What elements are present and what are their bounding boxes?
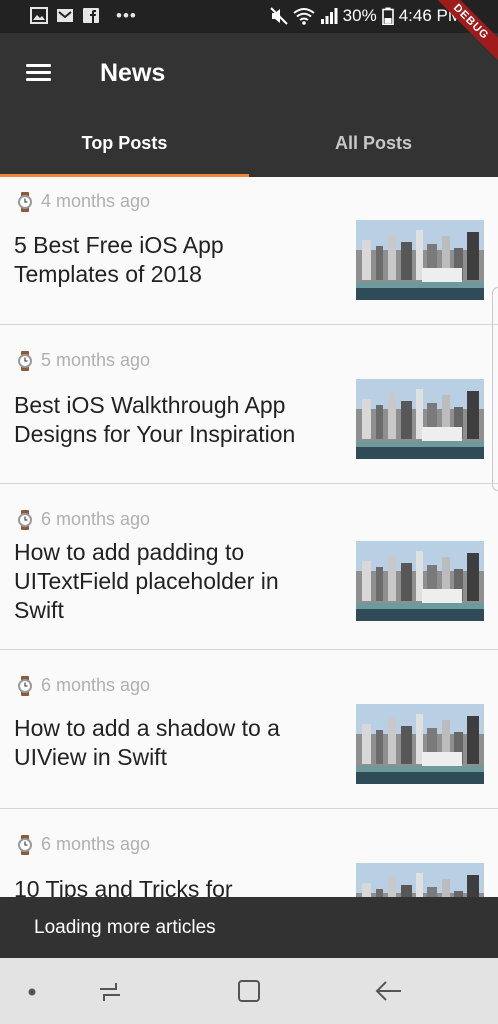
article-thumbnail[interactable] bbox=[356, 220, 484, 300]
watch-icon bbox=[18, 834, 32, 855]
article-title[interactable]: 5 Best Free iOS App Templates of 2018 bbox=[14, 231, 334, 289]
snackbar-message: Loading more articles bbox=[34, 917, 216, 938]
edge-panel-handle[interactable] bbox=[492, 287, 498, 491]
battery-icon bbox=[381, 7, 394, 25]
list-item[interactable]: 6 months ago How to add a shadow to a UI… bbox=[0, 650, 498, 809]
article-time: 6 months ago bbox=[16, 509, 150, 530]
time-label: 5 months ago bbox=[41, 350, 151, 370]
article-title[interactable]: How to add padding to UITextField placeh… bbox=[14, 538, 334, 625]
signal-icon bbox=[320, 8, 338, 24]
article-thumbnail[interactable] bbox=[356, 704, 484, 784]
facebook-icon bbox=[83, 8, 99, 23]
snackbar: Loading more articles bbox=[0, 897, 498, 958]
article-title[interactable]: How to add a shadow to a UIView in Swift bbox=[14, 714, 334, 772]
watch-icon bbox=[18, 191, 32, 212]
article-title[interactable]: 10 Tips and Tricks for bbox=[14, 875, 334, 897]
more-notifications-icon: ••• bbox=[116, 6, 137, 25]
mute-icon bbox=[269, 7, 288, 25]
home-icon[interactable] bbox=[236, 978, 262, 1004]
article-title[interactable]: Best iOS Walkthrough App Designs for You… bbox=[14, 391, 334, 449]
list-item[interactable]: 6 months ago 10 Tips and Tricks for bbox=[0, 809, 498, 897]
list-item[interactable]: 5 months ago Best iOS Walkthrough App De… bbox=[0, 325, 498, 484]
app-bar: News Top Posts All Posts bbox=[0, 33, 498, 177]
system-status: 30% 4:46 PM bbox=[269, 6, 462, 26]
wifi-icon bbox=[293, 8, 315, 25]
article-thumbnail[interactable] bbox=[356, 379, 484, 459]
time-label: 6 months ago bbox=[41, 834, 151, 854]
time-label: 4 months ago bbox=[41, 191, 151, 211]
back-icon[interactable] bbox=[374, 979, 404, 1003]
system-nav-bar bbox=[0, 958, 498, 1024]
mail-icon bbox=[57, 9, 73, 22]
article-thumbnail[interactable] bbox=[356, 863, 484, 897]
recent-apps-icon[interactable] bbox=[96, 979, 124, 1005]
article-list[interactable]: 4 months ago 5 Best Free iOS App Templat… bbox=[0, 177, 498, 897]
hamburger-menu-icon[interactable] bbox=[22, 59, 56, 87]
watch-icon bbox=[18, 509, 32, 530]
tab-all-posts[interactable]: All Posts bbox=[249, 121, 498, 177]
time-label: 6 months ago bbox=[41, 675, 151, 695]
list-item[interactable]: 6 months ago How to add padding to UITex… bbox=[0, 484, 498, 650]
nav-dot-icon[interactable] bbox=[27, 987, 37, 997]
battery-percent: 30% bbox=[342, 6, 377, 25]
list-item[interactable]: 4 months ago 5 Best Free iOS App Templat… bbox=[0, 177, 498, 325]
watch-icon bbox=[18, 675, 32, 696]
page-title: News bbox=[100, 59, 166, 87]
article-thumbnail[interactable] bbox=[356, 541, 484, 621]
tab-bar: Top Posts All Posts bbox=[0, 121, 498, 177]
gallery-icon bbox=[30, 7, 48, 24]
watch-icon bbox=[18, 350, 32, 371]
article-time: 5 months ago bbox=[16, 350, 150, 371]
article-time: 4 months ago bbox=[16, 191, 150, 212]
article-time: 6 months ago bbox=[16, 834, 150, 855]
status-bar: ••• 30% 4:46 PM DEBUG bbox=[0, 0, 498, 67]
notification-icons: ••• bbox=[30, 7, 137, 24]
article-time: 6 months ago bbox=[16, 675, 150, 696]
tab-top-posts[interactable]: Top Posts bbox=[0, 121, 249, 177]
time-label: 6 months ago bbox=[41, 509, 151, 529]
